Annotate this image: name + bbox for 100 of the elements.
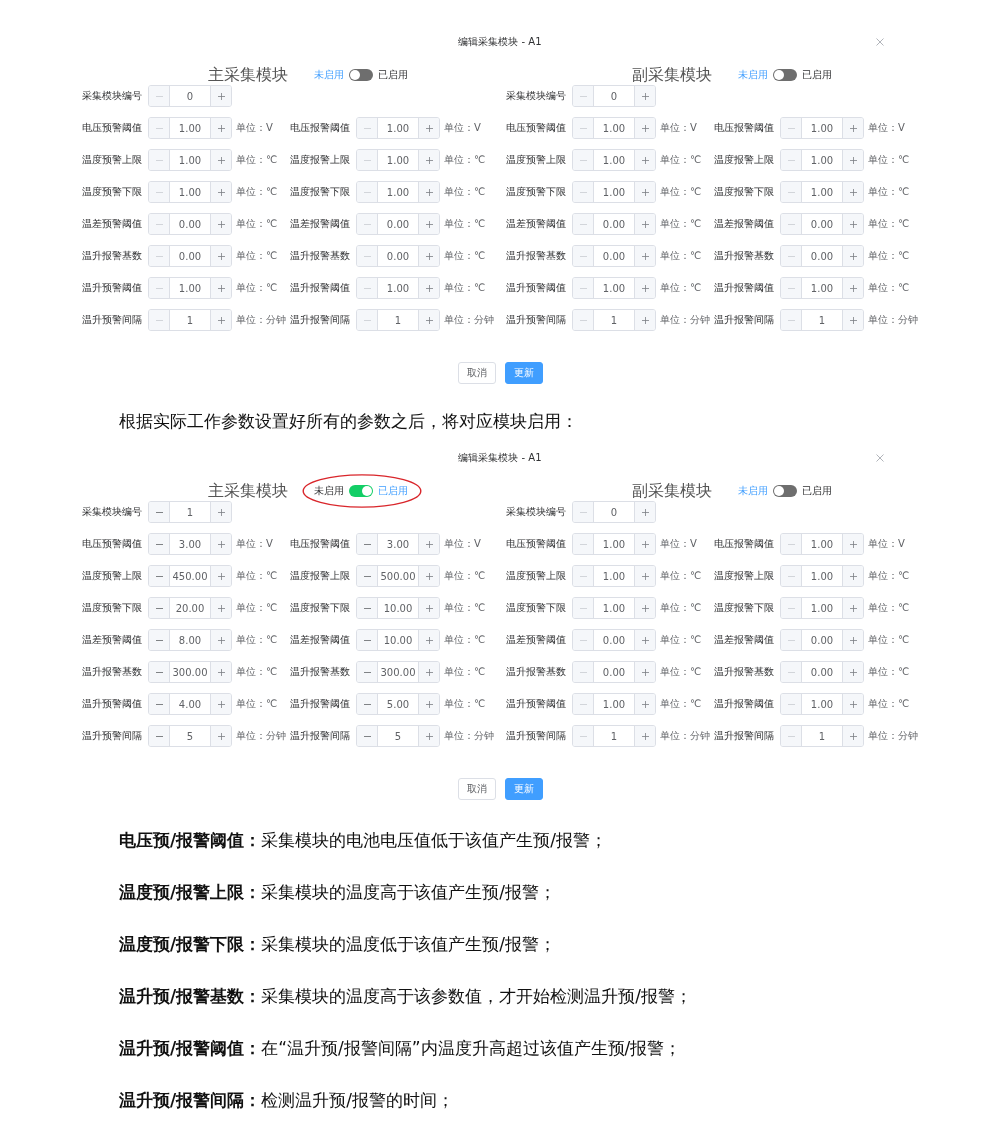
increment-button[interactable] xyxy=(210,566,231,586)
number-stepper[interactable]: 3.00 xyxy=(356,533,440,555)
number-stepper[interactable]: 10.00 xyxy=(356,597,440,619)
number-stepper[interactable]: 4.00 xyxy=(148,693,232,715)
increment-button[interactable] xyxy=(418,726,439,746)
increment-button[interactable] xyxy=(842,534,863,554)
increment-button[interactable] xyxy=(418,118,439,138)
value-field[interactable]: 1.00 xyxy=(594,566,634,586)
value-field[interactable]: 1.00 xyxy=(594,598,634,618)
number-stepper[interactable]: 0.00 xyxy=(780,213,864,235)
increment-button[interactable] xyxy=(842,182,863,202)
increment-button[interactable] xyxy=(418,278,439,298)
number-stepper[interactable]: 0.00 xyxy=(572,629,656,651)
value-field[interactable]: 0.00 xyxy=(594,214,634,234)
value-field[interactable]: 0.00 xyxy=(802,246,842,266)
number-stepper[interactable]: 300.00 xyxy=(356,661,440,683)
value-field[interactable]: 0.00 xyxy=(378,246,418,266)
increment-button[interactable] xyxy=(418,662,439,682)
number-stepper[interactable]: 0.00 xyxy=(148,245,232,267)
increment-button[interactable] xyxy=(634,182,655,202)
increment-button[interactable] xyxy=(634,310,655,330)
increment-button[interactable] xyxy=(842,598,863,618)
increment-button[interactable] xyxy=(634,598,655,618)
value-field[interactable]: 1.00 xyxy=(594,182,634,202)
number-stepper[interactable]: 5 xyxy=(356,725,440,747)
value-field[interactable]: 1 xyxy=(170,310,210,330)
value-field[interactable]: 1.00 xyxy=(378,150,418,170)
toggle-switch[interactable] xyxy=(773,69,797,81)
number-stepper[interactable]: 0.00 xyxy=(572,661,656,683)
number-stepper[interactable]: 1.00 xyxy=(780,117,864,139)
increment-button[interactable] xyxy=(210,726,231,746)
close-icon[interactable] xyxy=(876,38,884,46)
increment-button[interactable] xyxy=(418,630,439,650)
value-field[interactable]: 1.00 xyxy=(802,566,842,586)
increment-button[interactable] xyxy=(210,150,231,170)
value-field[interactable]: 0.00 xyxy=(378,214,418,234)
increment-button[interactable] xyxy=(842,630,863,650)
value-field[interactable]: 1.00 xyxy=(802,598,842,618)
number-stepper[interactable]: 1.00 xyxy=(572,693,656,715)
increment-button[interactable] xyxy=(210,246,231,266)
close-icon[interactable] xyxy=(876,454,884,462)
number-stepper[interactable]: 1.00 xyxy=(356,277,440,299)
value-field[interactable]: 1.00 xyxy=(170,182,210,202)
number-stepper[interactable]: 450.00 xyxy=(148,565,232,587)
increment-button[interactable] xyxy=(210,534,231,554)
value-field[interactable]: 1 xyxy=(802,726,842,746)
value-field[interactable]: 0.00 xyxy=(594,630,634,650)
increment-button[interactable] xyxy=(634,534,655,554)
toggle-switch[interactable] xyxy=(349,69,373,81)
value-field[interactable]: 1.00 xyxy=(170,278,210,298)
increment-button[interactable] xyxy=(210,182,231,202)
value-field[interactable]: 5 xyxy=(378,726,418,746)
increment-button[interactable] xyxy=(842,150,863,170)
number-stepper[interactable]: 1 xyxy=(572,309,656,331)
number-stepper[interactable]: 1 xyxy=(148,501,232,523)
number-stepper[interactable]: 0.00 xyxy=(572,245,656,267)
value-field[interactable]: 1.00 xyxy=(802,182,842,202)
increment-button[interactable] xyxy=(634,662,655,682)
increment-button[interactable] xyxy=(634,726,655,746)
increment-button[interactable] xyxy=(210,630,231,650)
value-field[interactable]: 0.00 xyxy=(170,246,210,266)
increment-button[interactable] xyxy=(418,214,439,234)
value-field[interactable]: 0.00 xyxy=(170,214,210,234)
number-stepper[interactable]: 3.00 xyxy=(148,533,232,555)
value-field[interactable]: 1 xyxy=(594,310,634,330)
number-stepper[interactable]: 1.00 xyxy=(572,181,656,203)
number-stepper[interactable]: 1.00 xyxy=(148,181,232,203)
increment-button[interactable] xyxy=(842,310,863,330)
value-field[interactable]: 1.00 xyxy=(802,150,842,170)
value-field[interactable]: 1 xyxy=(594,726,634,746)
number-stepper[interactable]: 300.00 xyxy=(148,661,232,683)
increment-button[interactable] xyxy=(418,310,439,330)
value-field[interactable]: 1.00 xyxy=(594,534,634,554)
increment-button[interactable] xyxy=(418,182,439,202)
number-stepper[interactable]: 0 xyxy=(572,501,656,523)
increment-button[interactable] xyxy=(634,694,655,714)
increment-button[interactable] xyxy=(842,214,863,234)
number-stepper[interactable]: 1.00 xyxy=(572,533,656,555)
number-stepper[interactable]: 0 xyxy=(572,85,656,107)
increment-button[interactable] xyxy=(418,566,439,586)
increment-button[interactable] xyxy=(210,502,231,522)
number-stepper[interactable]: 1.00 xyxy=(148,149,232,171)
value-field[interactable]: 3.00 xyxy=(170,534,210,554)
value-field[interactable]: 300.00 xyxy=(378,662,418,682)
value-field[interactable]: 10.00 xyxy=(378,630,418,650)
increment-button[interactable] xyxy=(842,278,863,298)
increment-button[interactable] xyxy=(842,694,863,714)
increment-button[interactable] xyxy=(210,310,231,330)
number-stepper[interactable]: 1.00 xyxy=(572,117,656,139)
value-field[interactable]: 0.00 xyxy=(594,662,634,682)
number-stepper[interactable]: 0.00 xyxy=(356,213,440,235)
number-stepper[interactable]: 0.00 xyxy=(780,661,864,683)
number-stepper[interactable]: 1.00 xyxy=(356,149,440,171)
number-stepper[interactable]: 20.00 xyxy=(148,597,232,619)
number-stepper[interactable]: 1.00 xyxy=(148,117,232,139)
value-field[interactable]: 5.00 xyxy=(378,694,418,714)
cancel-button[interactable]: 取消 xyxy=(457,778,496,800)
value-field[interactable]: 1.00 xyxy=(378,118,418,138)
value-field[interactable]: 300.00 xyxy=(170,662,210,682)
value-field[interactable]: 0.00 xyxy=(802,630,842,650)
